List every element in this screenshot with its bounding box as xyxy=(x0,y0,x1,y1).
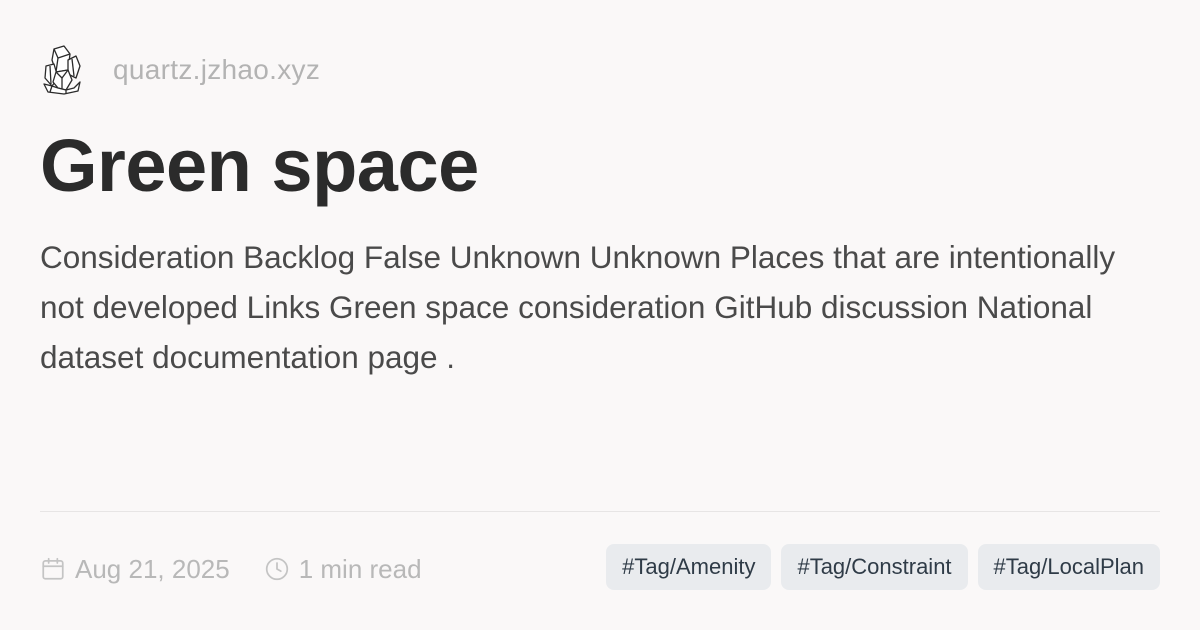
tag-amenity[interactable]: #Tag/Amenity xyxy=(606,544,772,590)
divider xyxy=(40,511,1160,512)
site-url[interactable]: quartz.jzhao.xyz xyxy=(113,54,320,86)
crystal-logo-icon xyxy=(40,40,96,100)
site-header: quartz.jzhao.xyz xyxy=(40,40,320,100)
page-meta: Aug 21, 2025 1 min read xyxy=(40,547,422,591)
reading-time-text: 1 min read xyxy=(298,553,422,584)
tag-localplan[interactable]: #Tag/LocalPlan xyxy=(977,544,1160,590)
page-title: Green space xyxy=(40,124,479,207)
publish-date-text: Aug 21, 2025 xyxy=(75,553,230,584)
publish-date: Aug 21, 2025 xyxy=(40,554,230,585)
reading-time: 1 min read xyxy=(264,554,422,585)
og-card: quartz.jzhao.xyz Green space Considerati… xyxy=(0,0,1200,630)
page-description: Consideration Backlog False Unknown Unkn… xyxy=(40,239,1116,375)
clock-icon xyxy=(265,557,288,581)
tag-list: #Tag/Amenity #Tag/Constraint #Tag/LocalP… xyxy=(606,544,1160,590)
tag-constraint[interactable]: #Tag/Constraint xyxy=(781,544,968,590)
calendar-icon xyxy=(42,557,64,580)
